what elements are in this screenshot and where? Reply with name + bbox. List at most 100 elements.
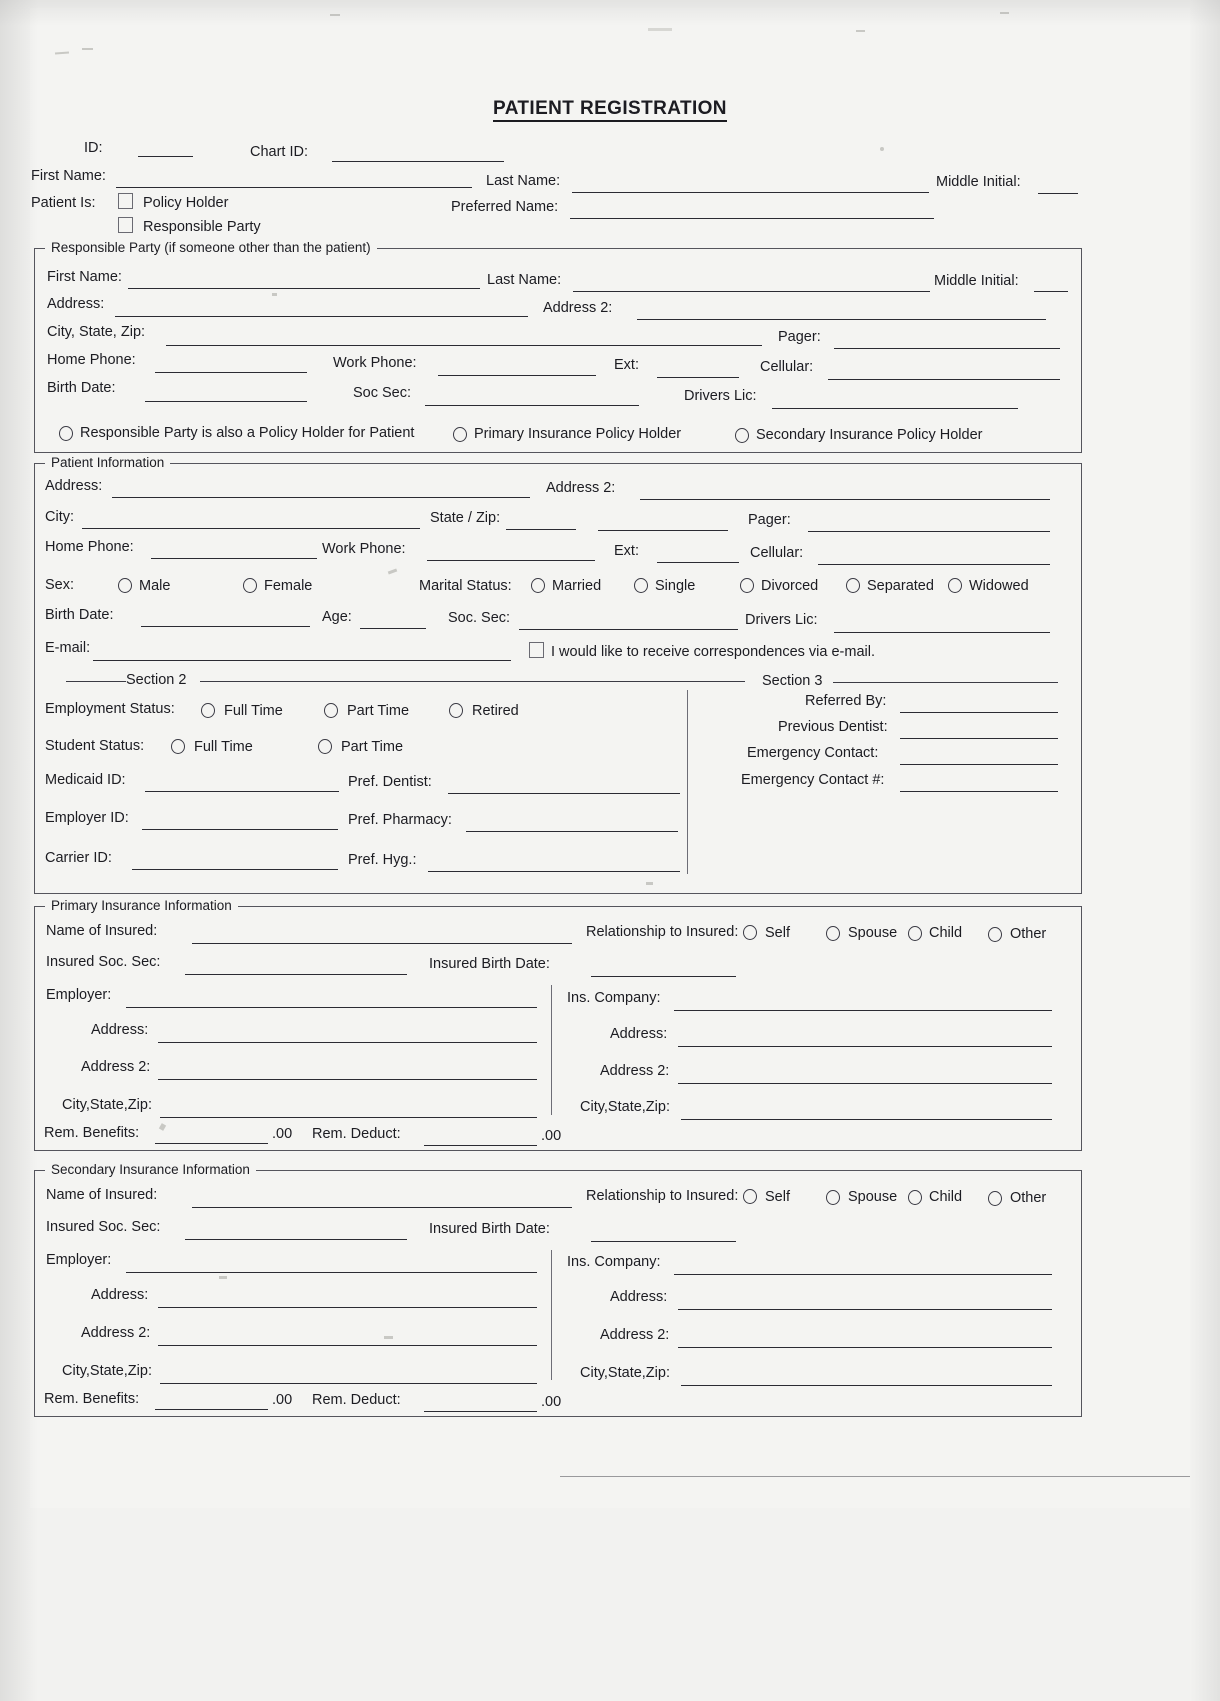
radio-secondary-insurance-policy-holder[interactable]: [735, 428, 749, 443]
radio-sex-male[interactable]: [118, 578, 132, 593]
radio-employment-part-time[interactable]: [324, 703, 338, 718]
pi-cellular-input[interactable]: [818, 564, 1050, 565]
radio-pri-relationship-child[interactable]: [908, 926, 922, 941]
sec-address2-input[interactable]: [158, 1345, 537, 1346]
rp-ext-input[interactable]: [657, 377, 739, 378]
rp-last-name-input[interactable]: [573, 291, 930, 292]
radio-sec-relationship-spouse[interactable]: [826, 1190, 840, 1205]
checkbox-policy-holder[interactable]: [118, 193, 133, 209]
pi-state-input[interactable]: [506, 529, 576, 530]
middle-initial-input[interactable]: [1038, 193, 1078, 194]
pri-rem-benefits-input[interactable]: [155, 1143, 268, 1144]
id-input[interactable]: [138, 156, 193, 157]
checkbox-responsible-party[interactable]: [118, 217, 133, 233]
pri-address2-input[interactable]: [158, 1079, 537, 1080]
pri-rem-deduct-input[interactable]: [424, 1145, 537, 1146]
pi-previous-dentist-input[interactable]: [900, 738, 1058, 739]
rp-home-phone-input[interactable]: [155, 372, 307, 373]
pi-birth-date-input[interactable]: [141, 626, 310, 627]
pri-ins-city-state-zip-input[interactable]: [681, 1119, 1052, 1120]
sec-city-state-zip-input[interactable]: [160, 1383, 537, 1384]
pi-address-input[interactable]: [112, 497, 530, 498]
sec-ins-address-input[interactable]: [678, 1309, 1052, 1310]
rp-birth-date-input[interactable]: [145, 401, 307, 402]
pi-soc-sec-input[interactable]: [519, 629, 738, 630]
pri-insured-birth-date-input[interactable]: [591, 976, 736, 977]
pri-ins-company-input[interactable]: [674, 1010, 1052, 1011]
sec-ins-company-input[interactable]: [674, 1274, 1052, 1275]
pri-city-state-zip-input[interactable]: [160, 1117, 537, 1118]
pi-home-phone-input[interactable]: [151, 558, 317, 559]
pi-address2-input[interactable]: [640, 499, 1050, 500]
radio-sec-relationship-child[interactable]: [908, 1190, 922, 1205]
rp-city-state-zip-input[interactable]: [166, 345, 762, 346]
radio-sec-relationship-other[interactable]: [988, 1191, 1002, 1206]
radio-marital-separated[interactable]: [846, 578, 860, 593]
rp-address-input[interactable]: [115, 316, 528, 317]
pri-ins-address-input[interactable]: [678, 1046, 1052, 1047]
radio-marital-married[interactable]: [531, 578, 545, 593]
rp-cellular-input[interactable]: [828, 379, 1060, 380]
pi-age-input[interactable]: [360, 628, 426, 629]
radio-employment-full-time[interactable]: [201, 703, 215, 718]
radio-sex-female[interactable]: [243, 578, 257, 593]
sec-rem-deduct-input[interactable]: [424, 1411, 537, 1412]
pri-employer-input[interactable]: [126, 1007, 537, 1008]
pi-medicaid-id-input[interactable]: [145, 791, 339, 792]
first-name-input[interactable]: [116, 187, 472, 188]
radio-primary-insurance-policy-holder[interactable]: [453, 427, 467, 442]
pi-referred-by-input[interactable]: [900, 712, 1058, 713]
sec-name-of-insured-input[interactable]: [192, 1207, 572, 1208]
rp-middle-initial-input[interactable]: [1034, 291, 1068, 292]
sec-ins-city-state-zip-input[interactable]: [681, 1385, 1052, 1386]
radio-employment-retired[interactable]: [449, 703, 463, 718]
sec-rem-benefits-input[interactable]: [155, 1409, 268, 1410]
radio-marital-divorced[interactable]: [740, 578, 754, 593]
radio-sec-relationship-self[interactable]: [743, 1189, 757, 1204]
radio-student-part-time[interactable]: [318, 739, 332, 754]
chart-id-input[interactable]: [332, 161, 504, 162]
pi-pref-pharmacy-input[interactable]: [466, 831, 678, 832]
pri-name-of-insured-input[interactable]: [192, 943, 572, 944]
rp-first-name-input[interactable]: [128, 288, 480, 289]
pi-emergency-contact-number-input[interactable]: [900, 791, 1058, 792]
radio-marital-single[interactable]: [634, 578, 648, 593]
pri-insured-soc-sec-input[interactable]: [185, 974, 407, 975]
rp-soc-sec-input[interactable]: [425, 405, 639, 406]
pi-emergency-contact-input[interactable]: [900, 764, 1058, 765]
pi-employer-id-input[interactable]: [142, 829, 338, 830]
sec-address-input[interactable]: [158, 1307, 537, 1308]
radio-pri-relationship-self[interactable]: [743, 925, 757, 940]
sec-ins-address2-input[interactable]: [678, 1347, 1052, 1348]
radio-pri-relationship-spouse[interactable]: [826, 926, 840, 941]
radio-rp-policy-holder-for-patient[interactable]: [59, 426, 73, 441]
pri-address-input[interactable]: [158, 1042, 537, 1043]
pi-ext-input[interactable]: [657, 562, 739, 563]
rp-work-phone-input[interactable]: [438, 375, 596, 376]
radio-marital-widowed[interactable]: [948, 578, 962, 593]
rp-city-state-zip-label: City, State, Zip:: [47, 324, 146, 340]
radio-student-full-time[interactable]: [171, 739, 185, 754]
sec-insured-soc-sec-input[interactable]: [185, 1239, 407, 1240]
pi-drivers-lic-input[interactable]: [834, 632, 1050, 633]
radio-pri-relationship-other[interactable]: [988, 927, 1002, 942]
pi-zip-input[interactable]: [598, 530, 728, 531]
rp-pager-input[interactable]: [834, 348, 1060, 349]
pi-city-input[interactable]: [82, 528, 420, 529]
pri-ins-address2-input[interactable]: [678, 1083, 1052, 1084]
rp-address2-input[interactable]: [637, 319, 1046, 320]
pi-email-input[interactable]: [93, 660, 511, 661]
pi-carrier-id-input[interactable]: [132, 869, 338, 870]
checkbox-email-optin[interactable]: [529, 642, 544, 658]
pi-work-phone-input[interactable]: [427, 560, 595, 561]
preferred-name-input[interactable]: [570, 218, 934, 219]
pi-pager-input[interactable]: [808, 531, 1050, 532]
last-name-input[interactable]: [572, 192, 929, 193]
sec-insured-birth-date-input[interactable]: [591, 1241, 736, 1242]
pi-pref-dentist-input[interactable]: [448, 793, 680, 794]
radio-sec-relationship-self-label: Self: [765, 1189, 790, 1205]
sec-employer-input[interactable]: [126, 1272, 537, 1273]
pi-pref-hyg-input[interactable]: [428, 871, 680, 872]
rp-drivers-lic-input[interactable]: [772, 408, 1018, 409]
pri-city-state-zip-label: City,State,Zip:: [62, 1097, 152, 1113]
